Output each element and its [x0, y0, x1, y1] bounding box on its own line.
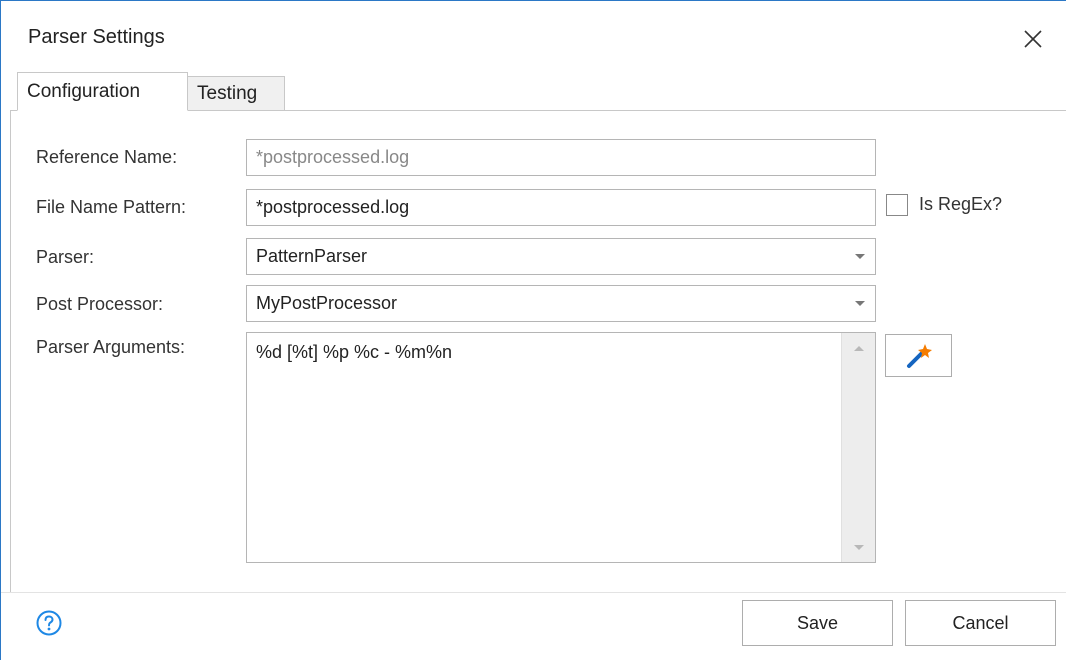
parser-label: Parser: — [36, 247, 95, 267]
scroll-down-arrow-icon — [853, 544, 864, 550]
pattern-builder-button[interactable] — [885, 334, 952, 377]
magic-wand-icon — [906, 343, 932, 368]
file-name-pattern-value: *postprocessed.log — [256, 197, 410, 217]
chevron-down-icon — [855, 254, 865, 259]
parser-arguments-value: %d [%t] %p %c - %m%n — [256, 342, 453, 362]
vertical-scrollbar[interactable] — [841, 333, 875, 562]
cancel-button[interactable]: Cancel — [905, 600, 1056, 646]
help-icon[interactable] — [36, 610, 62, 636]
parser-arguments-textarea[interactable]: %d [%t] %p %c - %m%n — [246, 332, 876, 563]
footer-divider — [1, 592, 1066, 593]
tab-panel-border — [10, 110, 11, 592]
scroll-down-button[interactable] — [842, 532, 875, 562]
parser-selected-value: PatternParser — [256, 246, 368, 266]
file-name-pattern-field[interactable]: *postprocessed.log — [246, 189, 876, 226]
reference-name-value: *postprocessed.log — [256, 147, 410, 167]
tab-configuration[interactable]: Configuration — [17, 72, 188, 111]
tab-testing[interactable]: Testing — [187, 76, 285, 110]
is-regex-checkbox[interactable] — [886, 194, 908, 216]
save-button[interactable]: Save — [742, 600, 893, 646]
reference-name-field[interactable]: *postprocessed.log — [246, 139, 876, 176]
scroll-up-button[interactable] — [842, 333, 875, 363]
parser-settings-dialog: Parser Settings Configuration Testing Re… — [0, 0, 1066, 660]
post-processor-select[interactable]: MyPostProcessor — [246, 285, 876, 322]
post-processor-selected-value: MyPostProcessor — [256, 293, 398, 313]
dialog-title: Parser Settings — [28, 26, 165, 48]
close-icon — [1024, 30, 1042, 48]
close-button[interactable] — [1013, 19, 1053, 59]
scroll-up-arrow-icon — [853, 345, 864, 351]
file-name-pattern-label: File Name Pattern: — [36, 197, 187, 217]
reference-name-label: Reference Name: — [36, 147, 178, 167]
parser-select[interactable]: PatternParser — [246, 238, 876, 275]
is-regex-label[interactable]: Is RegEx? — [919, 194, 1002, 215]
chevron-down-icon — [855, 301, 865, 306]
post-processor-label: Post Processor: — [36, 294, 164, 314]
parser-arguments-label: Parser Arguments: — [36, 337, 186, 357]
